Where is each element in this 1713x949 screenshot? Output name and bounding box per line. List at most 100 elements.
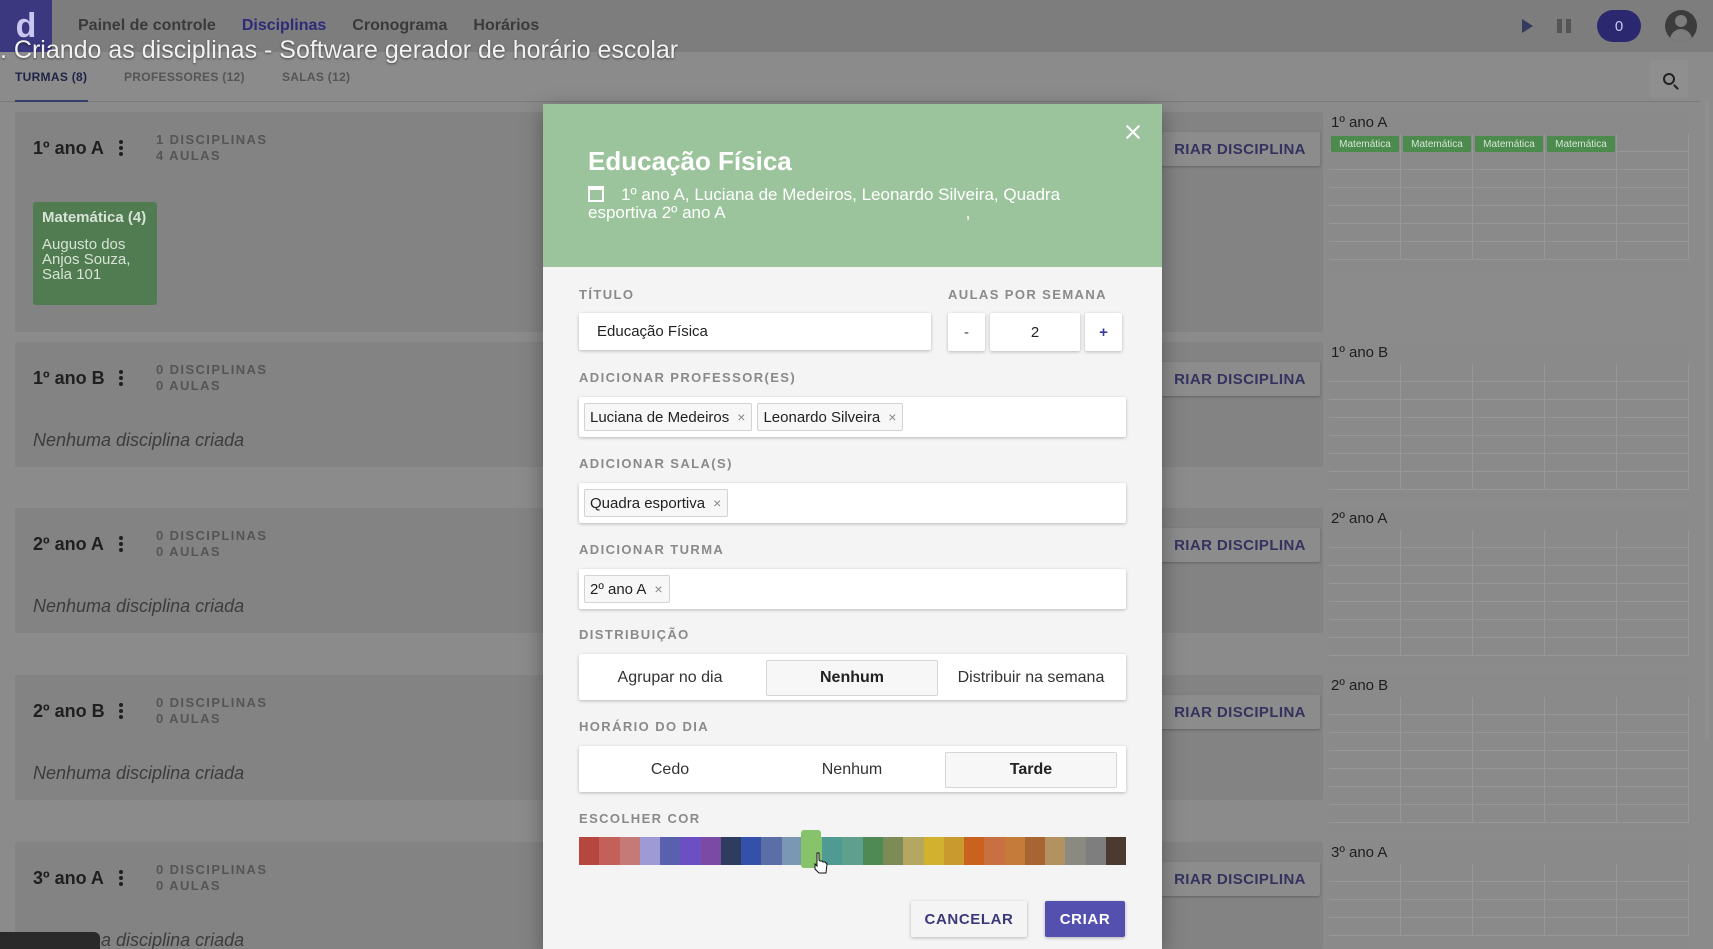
avatar[interactable]	[1665, 10, 1697, 42]
color-label: ESCOLHER COR	[579, 811, 701, 826]
nav-horarios[interactable]: Horários	[473, 17, 539, 35]
turma-field[interactable]: 2º ano A ×	[579, 569, 1126, 609]
color-swatch[interactable]	[882, 837, 904, 865]
rooms-field[interactable]: Quadra esportiva ×	[579, 483, 1126, 523]
tab-salas[interactable]: SALAS (12)	[282, 70, 350, 84]
remove-chip-icon[interactable]: ×	[654, 581, 662, 597]
color-swatch[interactable]	[680, 837, 701, 865]
color-swatch[interactable]	[619, 837, 640, 865]
dialog-title: Educação Física	[588, 146, 792, 176]
grid-lesson-chip[interactable]: Matemática	[1475, 136, 1543, 152]
dist-option-distribuir[interactable]: Distribuir na semana	[945, 660, 1117, 696]
color-swatch[interactable]	[1024, 837, 1046, 865]
color-swatch[interactable]	[720, 837, 742, 865]
remove-chip-icon[interactable]: ×	[888, 409, 896, 425]
more-vert-icon[interactable]	[119, 536, 123, 554]
grid-cells	[1329, 530, 1689, 656]
more-vert-icon[interactable]	[119, 140, 123, 158]
dist-option-nenhum[interactable]: Nenhum	[766, 660, 938, 696]
active-tab-indicator	[15, 100, 88, 102]
remove-chip-icon[interactable]: ×	[713, 495, 721, 511]
schedule-grid-3a: 3º ano A	[1329, 842, 1689, 949]
nav-cronograma[interactable]: Cronograma	[352, 17, 447, 35]
play-icon[interactable]	[1522, 19, 1533, 33]
grid-cells	[1329, 864, 1689, 936]
turma-label: ADICIONAR TURMA	[579, 542, 725, 557]
color-swatch[interactable]	[903, 837, 924, 865]
titulo-input[interactable]: Educação Física	[579, 313, 931, 350]
search-button[interactable]	[1650, 60, 1688, 98]
remove-chip-icon[interactable]: ×	[737, 409, 745, 425]
color-swatch[interactable]	[781, 837, 802, 865]
player-control-tab[interactable]	[0, 932, 100, 949]
professor-chip: Leonardo Silveira ×	[757, 403, 904, 431]
turma-chip: 2º ano A ×	[584, 575, 670, 603]
time-option-cedo[interactable]: Cedo	[584, 752, 756, 788]
color-swatch[interactable]	[842, 837, 863, 865]
color-swatch[interactable]	[1105, 837, 1127, 865]
close-icon[interactable]	[1123, 122, 1143, 142]
increment-button[interactable]: +	[1085, 313, 1122, 351]
more-vert-icon[interactable]	[119, 870, 123, 888]
discipline-dialog: Educação Física 1º ano A, Luciana de Med…	[543, 104, 1162, 949]
notification-counter[interactable]: 0	[1597, 10, 1641, 42]
more-vert-icon[interactable]	[119, 703, 123, 721]
scrollbar[interactable]	[1705, 100, 1709, 740]
class-stats: 1 DISCIPLINAS 4 AULAS	[156, 132, 268, 163]
color-palette[interactable]	[579, 837, 1127, 865]
subject-card-matematica[interactable]: Matemática (4) Augusto dos Anjos Souza, …	[33, 202, 157, 305]
color-swatch[interactable]	[1065, 837, 1086, 865]
color-swatch[interactable]	[964, 837, 985, 865]
grid-lesson-chip[interactable]: Matemática	[1331, 136, 1399, 152]
grid-title: 1º ano A	[1331, 114, 1388, 131]
decrement-button[interactable]: -	[948, 313, 985, 351]
class-name: 1º ano B	[33, 368, 105, 388]
class-name: 2º ano B	[33, 701, 105, 721]
create-discipline-button[interactable]: RIAR DISCIPLINA	[1160, 528, 1320, 562]
color-swatch[interactable]	[862, 837, 883, 865]
time-option-tarde[interactable]: Tarde	[945, 752, 1117, 788]
color-swatch[interactable]	[943, 837, 965, 865]
more-vert-icon[interactable]	[119, 370, 123, 388]
color-swatch[interactable]	[579, 837, 600, 865]
class-stats: 0 DISCIPLINAS 0 AULAS	[156, 362, 268, 393]
nav-disciplinas[interactable]: Disciplinas	[242, 17, 326, 35]
color-swatch[interactable]	[1045, 837, 1066, 865]
create-discipline-button[interactable]: RIAR DISCIPLINA	[1160, 695, 1320, 729]
create-button[interactable]: CRIAR	[1045, 901, 1125, 937]
create-discipline-button[interactable]: RIAR DISCIPLINA	[1160, 862, 1320, 896]
distribution-label: DISTRIBUIÇÃO	[579, 627, 690, 642]
grid-lesson-chip[interactable]: Matemática	[1403, 136, 1471, 152]
professors-field[interactable]: Luciana de Medeiros × Leonardo Silveira ×	[579, 397, 1126, 437]
create-discipline-button[interactable]: RIAR DISCIPLINA	[1160, 132, 1320, 166]
tab-turmas[interactable]: TURMAS (8)	[15, 70, 87, 84]
subject-title: Matemática (4)	[42, 209, 147, 226]
color-swatch[interactable]	[639, 837, 661, 865]
pause-icon[interactable]	[1557, 19, 1571, 33]
aulas-input[interactable]: 2	[990, 313, 1080, 351]
nav-painel[interactable]: Painel de controle	[78, 17, 216, 35]
color-swatch[interactable]	[1085, 837, 1106, 865]
grid-cells	[1329, 134, 1689, 260]
tab-professores[interactable]: PROFESSORES (12)	[124, 70, 245, 84]
cancel-button[interactable]: CANCELAR	[911, 901, 1027, 937]
time-of-day-toggle: Cedo Nenhum Tarde	[579, 746, 1126, 792]
dist-option-agrupar[interactable]: Agrupar no dia	[584, 660, 756, 696]
color-swatch[interactable]	[761, 837, 782, 865]
time-option-nenhum[interactable]: Nenhum	[766, 752, 938, 788]
grid-title: 1º ano B	[1331, 344, 1389, 361]
color-swatch[interactable]	[741, 837, 762, 865]
create-discipline-button[interactable]: RIAR DISCIPLINA	[1160, 362, 1320, 396]
color-swatch[interactable]	[1004, 837, 1025, 865]
grid-lesson-chip[interactable]: Matemática	[1547, 136, 1615, 152]
color-swatch[interactable]	[700, 837, 721, 865]
subject-detail: Augusto dos Anjos Souza, Sala 101	[42, 236, 131, 283]
color-swatch[interactable]	[923, 837, 944, 865]
grid-title: 2º ano A	[1331, 510, 1388, 527]
class-stats: 0 DISCIPLINAS 0 AULAS	[156, 862, 268, 893]
color-swatch[interactable]	[984, 837, 1005, 865]
aulas-label: AULAS POR SEMANA	[948, 287, 1107, 302]
dialog-subtitle: 1º ano A, Luciana de Medeiros, Leonardo …	[588, 185, 1061, 222]
color-swatch[interactable]	[599, 837, 620, 865]
color-swatch[interactable]	[660, 837, 681, 865]
